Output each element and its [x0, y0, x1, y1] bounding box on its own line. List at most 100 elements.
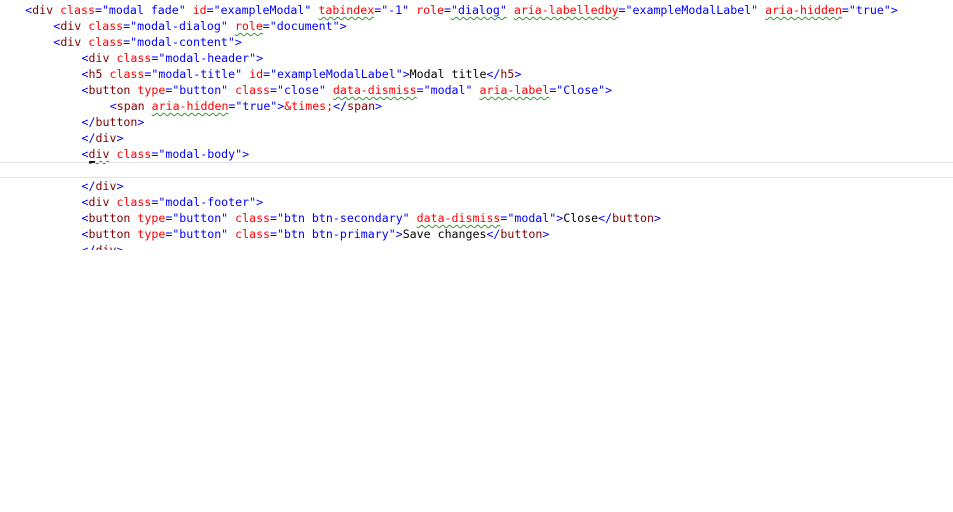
- code-token-str: "Close": [556, 83, 606, 97]
- code-token-tag: div: [88, 195, 110, 209]
- code-line[interactable]: <h5 class="modal-title" id="exampleModal…: [0, 66, 953, 82]
- code-token-punct: >: [514, 67, 522, 81]
- code-line[interactable]: </button>: [0, 114, 953, 130]
- code-token-attr: type: [137, 227, 166, 241]
- code-token-text: Close: [563, 211, 599, 225]
- code-token-str: "document": [269, 19, 340, 33]
- code-token-attr: class: [235, 211, 271, 225]
- code-token-punct: <: [81, 147, 89, 161]
- code-token-punct: >: [605, 83, 613, 97]
- code-token-attr: &times;: [284, 99, 334, 113]
- code-token-punct: =: [444, 3, 452, 17]
- code-token-str: "modal": [507, 211, 557, 225]
- code-token-text: Modal title: [409, 67, 487, 81]
- code-token-str: "dialog": [451, 3, 507, 17]
- code-token-punct: </: [81, 115, 96, 129]
- code-token-punct: =: [270, 83, 278, 97]
- code-token-attr: tabindex: [318, 3, 375, 17]
- code-token-punct: >: [137, 115, 145, 129]
- code-token-tag: button: [95, 115, 138, 129]
- code-line[interactable]: <button type="button" class="btn btn-sec…: [0, 210, 953, 226]
- code-token-attr: class: [235, 227, 271, 241]
- code-line[interactable]: </div>: [0, 178, 953, 194]
- code-token-tag: button: [88, 227, 131, 241]
- code-token-str: "true": [848, 3, 891, 17]
- code-token-str: "button": [172, 83, 229, 97]
- code-lines: <div class="modal fade" id="exampleModal…: [0, 2, 953, 250]
- code-line[interactable]: <div class="modal-header">: [0, 50, 953, 66]
- code-token-punct: >: [234, 35, 242, 49]
- code-token-punct: >: [395, 227, 403, 241]
- code-token-attr: class: [60, 3, 95, 17]
- code-line-current[interactable]: [0, 162, 953, 178]
- code-token-punct: >: [256, 51, 264, 65]
- code-token-punct: >: [402, 67, 410, 81]
- code-token-tag: div: [95, 179, 117, 193]
- code-token-punct: >: [256, 195, 264, 209]
- code-line[interactable]: <div class="modal-body">: [0, 146, 953, 162]
- code-token-punct: >: [542, 227, 550, 241]
- code-token-attr: class: [116, 51, 152, 65]
- code-token-attr: data-dismiss: [332, 83, 417, 97]
- code-line[interactable]: </div>: [0, 242, 953, 250]
- code-line[interactable]: <button type="button" class="close" data…: [0, 82, 953, 98]
- code-token-attr: role: [234, 19, 263, 33]
- code-token-str: "modal-header": [158, 51, 257, 65]
- code-token-tag: div: [60, 35, 82, 49]
- code-token-tag: div: [88, 51, 110, 65]
- code-token-str: "modal fade": [101, 3, 186, 17]
- code-token-punct: =: [618, 3, 626, 17]
- code-token-punct: =: [206, 3, 214, 17]
- code-token-tag: h5: [500, 67, 515, 81]
- code-token-punct: >: [654, 211, 661, 225]
- code-token-punct: =: [262, 19, 270, 33]
- code-token-punct: =: [270, 211, 278, 225]
- code-token-attr: aria-label: [479, 83, 550, 97]
- code-token-punct: </: [486, 227, 501, 241]
- code-token-str: "modal-footer": [158, 195, 257, 209]
- code-token-punct: >: [375, 99, 383, 113]
- code-token-tag: span: [347, 99, 376, 113]
- code-token-punct: <: [81, 227, 89, 241]
- code-token-attr: id: [249, 67, 264, 81]
- code-token-str: "close": [277, 83, 326, 97]
- code-token-str: "-1": [381, 3, 410, 17]
- code-line[interactable]: <div class="modal-dialog" role="document…: [0, 18, 953, 34]
- code-token-attr: class: [109, 67, 145, 81]
- code-token-punct: >: [890, 3, 898, 17]
- code-token-punct: =: [94, 3, 102, 17]
- code-line[interactable]: </div>: [0, 130, 953, 146]
- code-token-attr: aria-hidden: [151, 99, 229, 113]
- code-token-attr: type: [137, 83, 166, 97]
- code-token-attr: class: [88, 35, 124, 49]
- code-token-attr: role: [416, 3, 445, 17]
- code-token-punct: </: [81, 243, 96, 250]
- code-token-attr: class: [116, 195, 152, 209]
- code-token-str: "exampleModal": [213, 3, 312, 17]
- code-token-punct: =: [416, 83, 424, 97]
- code-line[interactable]: <div class="modal-content">: [0, 34, 953, 50]
- code-token-punct: >: [242, 147, 250, 161]
- code-token-attr: type: [137, 211, 166, 225]
- code-token-punct: >: [116, 243, 124, 250]
- code-token-tag: button: [88, 83, 131, 97]
- code-line[interactable]: <span aria-hidden="true">&times;</span>: [0, 98, 953, 114]
- code-token-punct: >: [116, 131, 124, 145]
- code-line[interactable]: <button type="button" class="btn btn-pri…: [0, 226, 953, 242]
- code-token-punct: </: [486, 67, 501, 81]
- code-line[interactable]: <div class="modal-footer">: [0, 194, 953, 210]
- code-token-tag: div: [95, 131, 117, 145]
- code-token-tag: h5: [88, 67, 103, 81]
- code-line[interactable]: <div class="modal fade" id="exampleModal…: [0, 2, 953, 18]
- code-token-punct: >: [116, 179, 124, 193]
- code-token-tag: button: [500, 227, 543, 241]
- code-editor[interactable]: <div class="modal fade" id="exampleModal…: [0, 2, 953, 512]
- code-token-punct: =: [263, 67, 271, 81]
